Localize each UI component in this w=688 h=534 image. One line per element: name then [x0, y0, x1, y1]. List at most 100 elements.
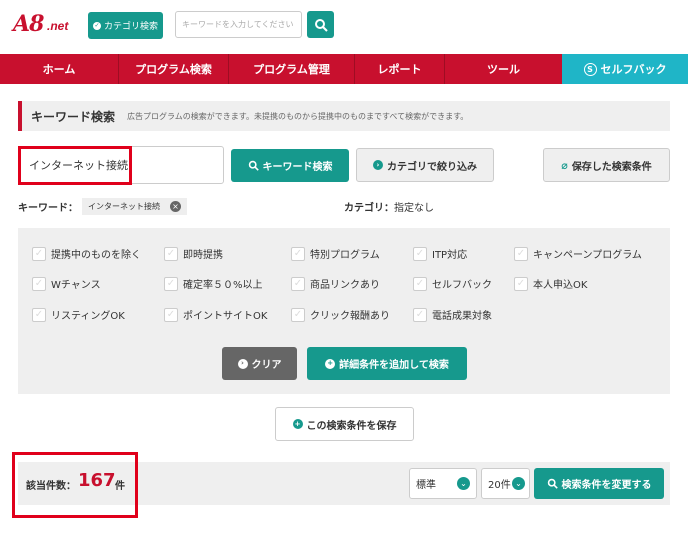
checkbox-icon[interactable]: ✓ [32, 276, 46, 291]
checkbox-icon[interactable]: ✓ [291, 246, 305, 261]
keyword-label: キーワード： [18, 203, 78, 214]
filter-checkbox[interactable]: ✓ 即時提携 [164, 246, 223, 261]
sort-select[interactable]: 標準 ⌄ [409, 468, 477, 499]
filter-checkbox[interactable]: ✓ クリック報酬あり [291, 307, 390, 322]
filter-label: クリック報酬あり [310, 311, 390, 322]
filter-checkbox[interactable]: ✓ 商品リンクあり [291, 276, 380, 291]
saved-search-button[interactable]: ⌀ 保存した検索条件 [543, 148, 670, 182]
keyword-tag-text: インターネット接続 [88, 202, 160, 211]
nav-label: レポート [377, 63, 422, 76]
save-search-condition-button[interactable]: + この検索条件を保存 [275, 407, 414, 441]
button-label: 保存した検索条件 [571, 161, 652, 173]
filter-label: 即時提携 [183, 250, 223, 261]
filter-checkbox[interactable]: ✓ 電話成果対象 [413, 307, 492, 322]
nav-label: セルフバック [600, 63, 667, 76]
filter-label: ポイントサイトOK [183, 311, 268, 322]
filter-label: 提携中のものを除く [51, 250, 141, 261]
button-label: クリア [251, 360, 282, 371]
filter-label: ITP対応 [432, 250, 468, 261]
checkbox-icon[interactable]: ✓ [291, 307, 305, 322]
section-title: キーワード検索 [31, 109, 116, 124]
change-search-condition-button[interactable]: 検索条件を変更する [534, 468, 664, 499]
header-search-button[interactable] [307, 11, 334, 38]
filter-label: Wチャンス [51, 280, 101, 291]
chevron-down-icon: ⌄ [512, 477, 525, 490]
filter-label: キャンペーンプログラム [533, 250, 642, 261]
category-display: カテゴリ：指定なし [344, 199, 434, 214]
checkbox-icon[interactable]: ✓ [413, 246, 427, 261]
filter-checkbox[interactable]: ✓ Wチャンス [32, 276, 101, 291]
checkbox-icon[interactable]: ✓ [164, 246, 178, 261]
category-search-label: カテゴリ検索 [103, 22, 158, 32]
nav-label: プログラム管理 [253, 63, 330, 76]
per-page-select[interactable]: 20件 ⌄ [481, 468, 530, 499]
a8-logo[interactable]: A8 .net [13, 11, 79, 41]
nav-label: ホーム [42, 63, 76, 76]
filter-checkbox[interactable]: ✓ セルフバック [413, 276, 492, 291]
result-count-unit: 件 [115, 481, 125, 492]
plus-circle-icon: + [292, 419, 303, 429]
button-label: 検索条件を変更する [561, 480, 652, 491]
button-label: 詳細条件を追加して検索 [339, 360, 449, 371]
category-narrow-button[interactable]: › カテゴリで絞り込み [356, 148, 494, 182]
category-value: 指定なし [394, 203, 434, 214]
filter-checkbox[interactable]: ✓ キャンペーンプログラム [514, 246, 642, 261]
plus-circle-icon: + [325, 358, 336, 369]
clear-button[interactable]: › クリア [222, 347, 297, 380]
nav-item-program-manage[interactable]: プログラム管理 [228, 54, 354, 84]
checkbox-icon[interactable]: ✓ [164, 276, 178, 291]
chevron-right-icon: › [373, 160, 383, 170]
header-search-input[interactable] [175, 11, 302, 38]
nav-item-program-search[interactable]: プログラム検索 [118, 54, 228, 84]
main-nav: ホーム プログラム検索 プログラム管理 レポート ツール S セルフバック [0, 54, 688, 84]
category-label: カテゴリ： [344, 203, 394, 214]
close-icon[interactable]: × [170, 201, 181, 212]
search-icon [547, 478, 558, 489]
per-page-select-value: 20件 [488, 480, 511, 491]
button-label: カテゴリで絞り込み [387, 161, 477, 173]
button-label: キーワード検索 [262, 162, 333, 173]
filter-checkbox[interactable]: ✓ 提携中のものを除く [32, 246, 141, 261]
nav-item-report[interactable]: レポート [354, 54, 444, 84]
section-description: 広告プログラムの検索ができます。未提携のものから提携中のものまですべて検索ができ… [127, 111, 469, 121]
nav-item-tool[interactable]: ツール [444, 54, 562, 84]
keyword-search-header: キーワード検索 広告プログラムの検索ができます。未提携のものから提携中のものまで… [18, 101, 670, 131]
filter-checkbox[interactable]: ✓ 本人申込OK [514, 276, 587, 291]
keyword-search-button[interactable]: キーワード検索 [231, 149, 349, 182]
filter-checkbox[interactable]: ✓ リスティングOK [32, 307, 125, 322]
button-label: この検索条件を保存 [306, 420, 397, 432]
check-circle-icon: ✓ [92, 21, 101, 30]
keyword-input[interactable] [18, 146, 224, 184]
checkbox-icon[interactable]: ✓ [413, 276, 427, 291]
filter-label: 電話成果対象 [432, 311, 492, 322]
filter-label: リスティングOK [51, 311, 125, 322]
filter-label: 確定率５０%以上 [183, 280, 263, 291]
nav-item-home[interactable]: ホーム [0, 54, 118, 84]
filter-label: セルフバック [432, 280, 492, 291]
filter-checkbox[interactable]: ✓ ポイントサイトOK [164, 307, 267, 322]
checkbox-icon[interactable]: ✓ [514, 246, 528, 261]
filter-checkbox[interactable]: ✓ 確定率５０%以上 [164, 276, 263, 291]
logo-main-text: A8 [13, 11, 44, 37]
chevron-right-icon: › [237, 358, 248, 369]
filter-label: 本人申込OK [533, 280, 588, 291]
checkbox-icon[interactable]: ✓ [514, 276, 528, 291]
nav-label: ツール [487, 63, 520, 76]
add-detail-search-button[interactable]: + 詳細条件を追加して検索 [307, 347, 467, 380]
filter-checkbox[interactable]: ✓ 特別プログラム [291, 246, 380, 261]
sort-select-value: 標準 [416, 480, 436, 491]
category-search-button[interactable]: ✓ カテゴリ検索 [88, 12, 163, 39]
keyword-tag: インターネット接続 × [82, 198, 187, 215]
filter-label: 商品リンクあり [310, 280, 380, 291]
filter-checkbox[interactable]: ✓ ITP対応 [413, 246, 467, 261]
filter-label: 特別プログラム [310, 250, 380, 261]
logo-net-text: .net [47, 19, 69, 33]
checkbox-icon[interactable]: ✓ [32, 246, 46, 261]
paperclip-icon: ⌀ [561, 158, 568, 172]
chevron-down-icon: ⌄ [457, 477, 470, 490]
checkbox-icon[interactable]: ✓ [164, 307, 178, 322]
checkbox-icon[interactable]: ✓ [291, 276, 305, 291]
checkbox-icon[interactable]: ✓ [413, 307, 427, 322]
checkbox-icon[interactable]: ✓ [32, 307, 46, 322]
nav-item-selfback[interactable]: S セルフバック [562, 54, 688, 84]
